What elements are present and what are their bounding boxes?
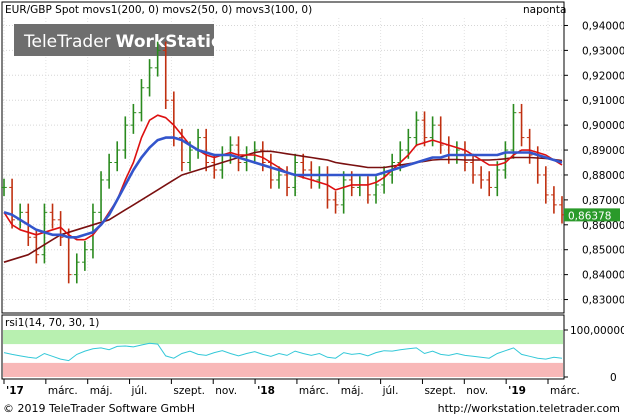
chart-canvas[interactable]: TeleTrader WorkStation EUR/GBP Spot movs1… [0,0,624,400]
price-tick-label: 0,90000 [582,120,624,132]
last-value-marker: 0,86378 [564,208,620,222]
time-tick-label: '18 [257,385,275,397]
price-tick-label: 0,85000 [582,245,624,257]
time-tick-label: júl. [382,385,399,397]
time-tick-label: nov. [466,385,488,397]
price-tick-label: 0,92000 [582,70,624,82]
watermark-brand: TeleTrader [23,32,111,52]
rsi-legend: rsi1(14, 70, 30, 1) [5,317,99,329]
rsi-tick-label: 0 [610,372,617,384]
price-tick-label: 0,83000 [582,295,624,307]
price-tick-label: 0,89000 [582,145,624,157]
watermark-logo: TeleTrader WorkStation [14,24,235,56]
watermark-product: WorkStation [116,32,235,52]
time-tick-label: márc. [48,385,78,397]
footer: © 2019 TeleTrader Software GmbH http://w… [0,400,624,417]
time-tick-label: máj. [341,385,364,397]
price-tick-label: 0,93000 [582,45,624,57]
time-tick-label: júl. [131,385,148,397]
price-tick-label: 0,87000 [582,195,624,207]
price-tick-label: 0,91000 [582,95,624,107]
rsi-tick-label: 100,00000 [570,325,624,337]
rsi-oversold-zone [3,362,563,377]
time-tick-label: márc. [550,385,580,397]
price-tick-label: 0,94000 [582,20,624,32]
time-tick-label: '17 [6,385,24,397]
time-tick-label: márc. [299,385,329,397]
last-value-label: 0,86378 [568,210,611,222]
time-tick-label: máj. [90,385,113,397]
price-legend: EUR/GBP Spot movs1(200, 0) movs2(50, 0) … [5,4,312,16]
rsi-overbought-zone [3,330,563,345]
copyright-text: © 2019 TeleTrader Software GmbH [3,402,196,415]
rsi-axis: 100,00000 0 [564,325,624,384]
time-tick-label: szept. [173,385,205,397]
chart-window: TeleTrader WorkStation EUR/GBP Spot movs1… [0,0,624,417]
time-axis: '17 márc. máj. júl. szept. nov. '18 márc. máj. jú… [3,379,580,397]
time-tick-label: '19 [508,385,526,397]
price-axis: 0,94000 0,93000 0,92000 0,91000 0,90000 0,890… [564,20,624,307]
price-tick-label: 0,88000 [582,170,624,182]
price-tick-label: 0,84000 [582,270,624,282]
footer-url[interactable]: http://workstation.teletrader.com [438,400,620,417]
svg-text:TeleTraderWorkStation: TeleTrader WorkStation [23,32,235,52]
time-tick-label: nov. [215,385,237,397]
time-tick-label: szept. [424,385,456,397]
period-label: naponta [523,4,566,16]
